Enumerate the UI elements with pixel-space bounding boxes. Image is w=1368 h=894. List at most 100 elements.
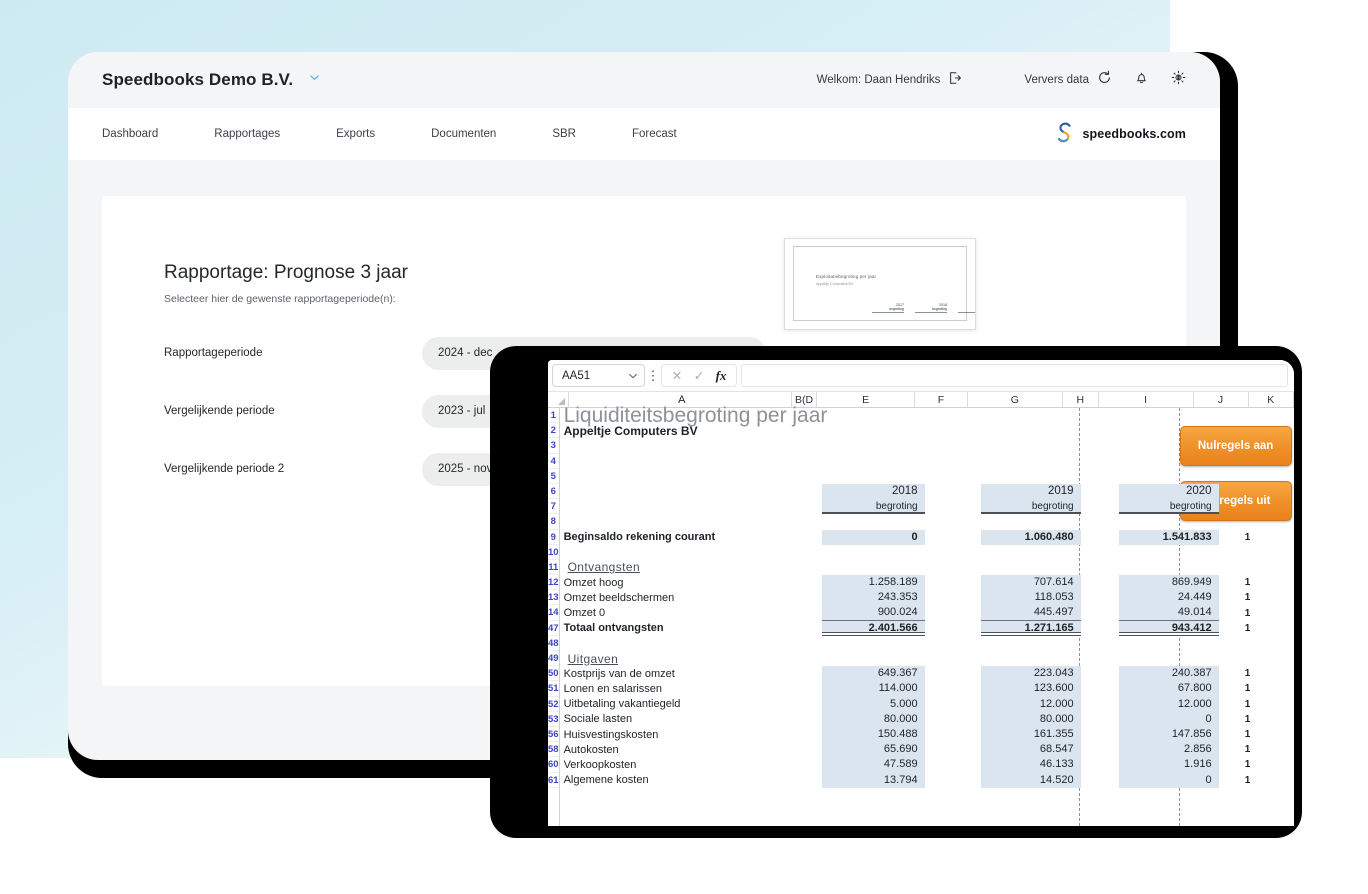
row-header[interactable]: 10	[548, 545, 559, 560]
cell-i[interactable]: 147.856	[1118, 726, 1219, 743]
cell-j[interactable]: 1	[1219, 668, 1277, 679]
cell-j[interactable]: 1	[1219, 577, 1277, 588]
row-header[interactable]: 5	[548, 469, 559, 484]
row-header[interactable]: 56	[548, 727, 559, 743]
cell-e[interactable]: 5.000	[821, 696, 925, 712]
cell-i[interactable]: 12.000	[1118, 696, 1219, 712]
refresh-data-action[interactable]: Ververs data	[1024, 70, 1112, 90]
row-header[interactable]: 12	[548, 575, 559, 591]
cell-e[interactable]: 2.401.566	[821, 620, 925, 636]
row-header[interactable]: 9	[548, 530, 559, 545]
cell-e[interactable]: begroting	[821, 499, 925, 515]
cell-j[interactable]: 1	[1219, 683, 1277, 694]
cell-i[interactable]: 240.387	[1118, 666, 1219, 682]
cell-a[interactable]: Algemene kosten	[560, 774, 795, 786]
cell-g[interactable]: 445.497	[980, 605, 1081, 621]
more-options-icon[interactable]: ⋮	[645, 369, 661, 382]
column-header-j[interactable]: J	[1193, 392, 1249, 407]
cell-i[interactable]: begroting	[1118, 499, 1219, 515]
cell-g[interactable]: 161.355	[980, 726, 1081, 743]
cell-i[interactable]: 943.412	[1118, 620, 1219, 636]
row-header[interactable]: 53	[548, 712, 559, 727]
cell-e[interactable]: 1.258.189	[821, 575, 925, 591]
cell-a[interactable]: Lonen en salarissen	[560, 683, 795, 695]
column-header-h[interactable]: H	[1062, 392, 1099, 407]
formula-input[interactable]	[741, 364, 1288, 387]
cell-a[interactable]: Omzet hoog	[560, 577, 795, 589]
cell-g[interactable]: 12.000	[980, 696, 1081, 712]
cell-i[interactable]: 67.800	[1118, 681, 1219, 697]
row-header[interactable]: 14	[548, 605, 559, 621]
cell-j[interactable]: 1	[1219, 729, 1277, 740]
brand-logo[interactable]: speedbooks.com	[1054, 121, 1186, 148]
cell-i[interactable]: 869.949	[1118, 575, 1219, 591]
cell-i[interactable]: 1.541.833	[1118, 529, 1219, 545]
row-header[interactable]: 52	[548, 697, 559, 712]
row-header[interactable]: 8	[548, 514, 559, 530]
cell-a[interactable]: Omzet 0	[560, 607, 795, 619]
cell-g[interactable]: begroting	[980, 499, 1081, 515]
column-header-f[interactable]: F	[914, 392, 968, 407]
cell-a[interactable]: Liquiditeitsbegroting per jaar	[560, 405, 828, 426]
nav-item-dashboard[interactable]: Dashboard	[102, 128, 186, 140]
cell-e[interactable]: 900.024	[821, 605, 925, 621]
cell-e[interactable]: 80.000	[821, 711, 925, 727]
cell-e[interactable]: 13.794	[821, 772, 925, 788]
row-header[interactable]: 47	[548, 621, 559, 636]
cell-a[interactable]: Kostprijs van de omzet	[560, 668, 795, 680]
cell-g[interactable]: 46.133	[980, 757, 1081, 773]
insert-function-icon[interactable]: fx	[710, 368, 732, 384]
cell-g[interactable]: 14.520	[980, 772, 1081, 788]
row-header[interactable]: 11	[548, 560, 559, 576]
row-header[interactable]: 1	[548, 408, 559, 424]
nav-item-forecast[interactable]: Forecast	[632, 128, 705, 140]
cell-a[interactable]: Uitbetaling vakantiegeld	[560, 698, 795, 710]
cancel-edit-icon[interactable]: ✕	[666, 368, 688, 383]
name-box[interactable]: AA51	[552, 364, 645, 387]
row-header[interactable]: 3	[548, 438, 559, 454]
cell-j[interactable]: 1	[1219, 775, 1277, 786]
cell-a[interactable]: Autokosten	[560, 744, 795, 756]
report-preview-thumbnail[interactable]: Exploitatiebegroting per jaar Appeltje C…	[784, 238, 976, 330]
cell-i[interactable]: 49.014	[1118, 605, 1219, 621]
column-header-e[interactable]: E	[817, 392, 915, 407]
row-header[interactable]: 49	[548, 651, 559, 667]
row-header[interactable]: 6	[548, 484, 559, 500]
cell-a[interactable]: Appeltje Computers BV	[560, 424, 795, 438]
cell-e[interactable]: 150.488	[821, 726, 925, 743]
confirm-edit-icon[interactable]: ✓	[688, 368, 710, 383]
cell-i[interactable]: 2020	[1118, 483, 1219, 500]
column-header-g[interactable]: G	[967, 392, 1063, 407]
cell-g[interactable]: 1.271.165	[980, 620, 1081, 636]
refresh-icon[interactable]	[1097, 70, 1112, 90]
column-header-k[interactable]: K	[1248, 392, 1294, 407]
cell-g[interactable]: 68.547	[980, 742, 1081, 758]
notifications-bell-icon[interactable]	[1134, 70, 1149, 90]
cell-e[interactable]: 47.589	[821, 757, 925, 773]
cell-j[interactable]: 1	[1219, 608, 1277, 619]
cell-e[interactable]: 65.690	[821, 742, 925, 758]
nav-item-documenten[interactable]: Documenten	[431, 128, 524, 140]
cell-i[interactable]: 2.856	[1118, 742, 1219, 758]
cell-a[interactable]: Totaal ontvangsten	[560, 622, 795, 634]
row-header[interactable]: 7	[548, 499, 559, 515]
row-header[interactable]: 58	[548, 742, 559, 758]
nav-item-sbr[interactable]: SBR	[552, 128, 604, 140]
row-header[interactable]: 50	[548, 666, 559, 682]
cell-j[interactable]: 1	[1219, 592, 1277, 603]
cell-a[interactable]: Omzet beeldschermen	[560, 592, 795, 604]
cell-a[interactable]: Uitgaven	[560, 652, 795, 666]
row-header[interactable]: 60	[548, 757, 559, 773]
cell-g[interactable]: 1.060.480	[980, 529, 1081, 545]
chevron-down-icon[interactable]	[309, 72, 320, 83]
cell-e[interactable]: 0	[821, 529, 925, 545]
cell-e[interactable]: 649.367	[821, 666, 925, 682]
cell-e[interactable]: 114.000	[821, 681, 925, 697]
cell-a[interactable]: Beginsaldo rekening courant	[560, 531, 795, 543]
cell-a[interactable]: Huisvestingskosten	[560, 729, 795, 741]
row-header[interactable]: 51	[548, 681, 559, 697]
cell-j[interactable]: 1	[1219, 759, 1277, 770]
cell-e[interactable]: 2018	[821, 483, 925, 500]
column-header-i[interactable]: I	[1098, 392, 1194, 407]
row-header[interactable]: 48	[548, 636, 559, 651]
